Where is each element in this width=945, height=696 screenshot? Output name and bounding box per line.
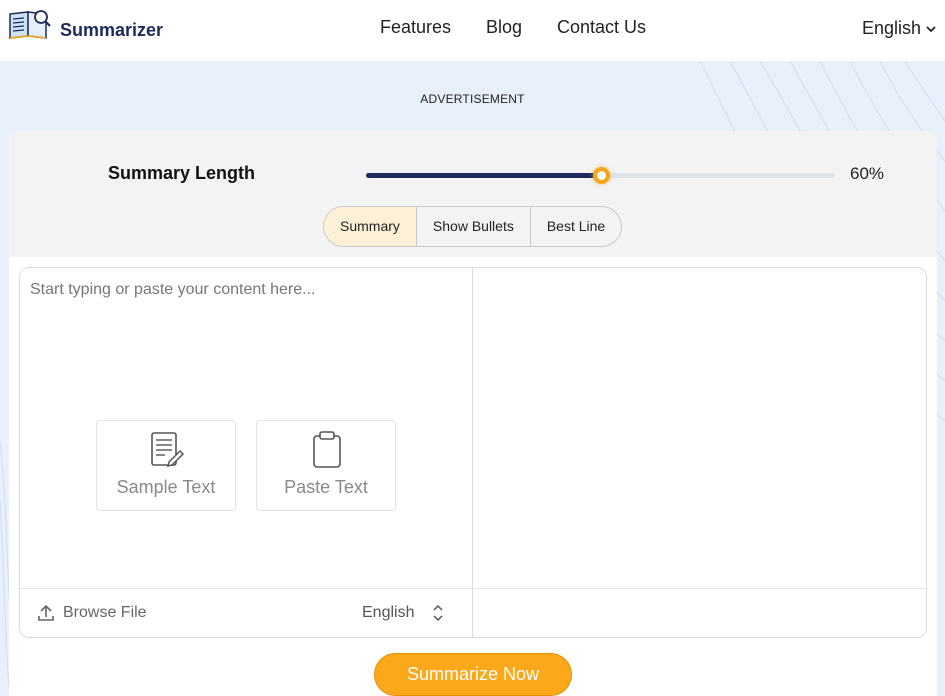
advertisement-label: ADVERTISEMENT (420, 92, 525, 106)
book-magnifier-icon (9, 10, 51, 39)
language-label: English (861, 18, 921, 38)
summarize-now-button[interactable]: Summarize Now (374, 653, 572, 696)
clipboard-icon (313, 431, 341, 468)
summary-length-label: Summary Length (108, 163, 256, 183)
sample-text-button[interactable]: Sample Text (96, 420, 236, 511)
summary-controls: Summary Length 60% Summary Show Bullets … (9, 131, 937, 261)
language-selector[interactable]: English (862, 18, 937, 39)
file-language-label: English (362, 604, 415, 621)
slider-thumb[interactable] (592, 167, 610, 184)
editor-panel: Sample Text Paste Text Browse File Engli… (19, 267, 927, 638)
paste-text-button[interactable]: Paste Text (256, 420, 396, 511)
paste-text-label: Paste Text (284, 477, 368, 497)
mode-toggle-group: Summary Show Bullets Best Line (323, 206, 623, 247)
summary-length-value: 60% (850, 164, 885, 183)
mode-summary[interactable]: Summary (324, 207, 417, 246)
upload-icon (38, 604, 54, 621)
mode-best-line[interactable]: Best Line (531, 207, 621, 246)
brand-name[interactable]: Summarizer (60, 20, 163, 41)
summary-length-slider[interactable] (366, 167, 835, 184)
sample-text-label: Sample Text (116, 477, 216, 497)
logo[interactable] (8, 8, 52, 40)
nav-features[interactable]: Features (380, 17, 451, 38)
site-header: Summarizer Features Blog Contact Us Engl… (0, 0, 945, 61)
footer-divider (20, 588, 926, 589)
slider-fill (366, 173, 601, 178)
browse-file-label: Browse File (63, 604, 147, 621)
nav-blog[interactable]: Blog (486, 17, 522, 38)
browse-file-button[interactable]: Browse File (37, 604, 147, 622)
mode-show-bullets[interactable]: Show Bullets (417, 207, 531, 246)
editor-divider (472, 268, 473, 637)
document-pen-icon (151, 432, 185, 468)
content-input[interactable] (30, 280, 460, 300)
chevron-down-icon (926, 25, 936, 32)
up-down-chevron-icon (433, 604, 444, 622)
file-language-select[interactable]: English (362, 604, 444, 622)
nav-contact-us[interactable]: Contact Us (557, 17, 646, 38)
